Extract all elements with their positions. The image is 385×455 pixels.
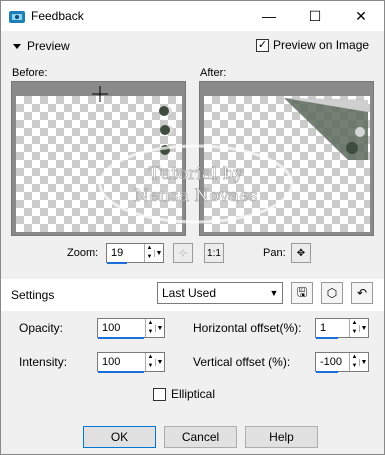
horizontal-offset-label: Horizontal offset(%): <box>193 321 302 335</box>
settings-label: Settings <box>11 288 55 302</box>
horizontal-offset-value: 1 <box>320 322 327 334</box>
cancel-button[interactable]: Cancel <box>164 426 237 448</box>
zoom-dropdown-arrow-icon[interactable]: ▼ <box>154 249 163 257</box>
opacity-input[interactable]: 100 ▲ ▼ ▼ <box>97 318 165 338</box>
preview-label: Preview <box>27 39 70 53</box>
horizontal-offset-dropdown-arrow-icon[interactable]: ▼ <box>359 324 368 332</box>
intensity-dropdown-arrow-icon[interactable]: ▼ <box>155 358 164 366</box>
opacity-value: 100 <box>102 322 121 334</box>
opacity-underline <box>98 337 144 339</box>
dialog-footer: OK Cancel Help <box>1 421 384 454</box>
preview-header: Preview ✓ Preview on Image <box>1 31 384 57</box>
vertical-offset-input[interactable]: -100 ▲ ▼ ▼ <box>315 352 369 372</box>
preview-on-image-checkbox[interactable]: ✓ <box>256 38 269 52</box>
watermark: Tutorial by Nensa Novaes <box>98 144 294 224</box>
vertical-offset-underline <box>316 371 338 373</box>
preview-toggle[interactable]: Preview <box>13 39 70 53</box>
chevron-down-icon: ▼ <box>269 288 279 298</box>
after-label: After: <box>200 67 227 79</box>
intensity-underline <box>98 371 144 373</box>
zoom-spinner[interactable]: ▲ ▼ <box>144 244 154 262</box>
zoom-input[interactable]: 19 ▲ ▼ ▼ <box>106 243 164 263</box>
app-icon <box>9 11 25 23</box>
elliptical-checkbox[interactable] <box>153 387 166 401</box>
intensity-spinner[interactable]: ▲ ▼ <box>145 353 155 371</box>
intensity-label: Intensity: <box>19 355 68 369</box>
preview-on-image-label: Preview on Image <box>273 38 370 52</box>
minimize-button[interactable]: — <box>246 1 292 31</box>
maximize-button[interactable]: ☐ <box>292 1 338 31</box>
reset-button[interactable]: ↶ <box>351 282 373 304</box>
ok-button[interactable]: OK <box>83 426 156 448</box>
preview-on-image-option[interactable]: ✓ Preview on Image <box>256 38 369 52</box>
collapse-arrow-icon <box>13 43 21 49</box>
vertical-offset-label: Vertical offset (%): <box>193 355 291 369</box>
horizontal-offset-spinner[interactable]: ▲ ▼ <box>349 319 359 337</box>
preset-value: Last Used <box>162 286 217 300</box>
randomize-button[interactable]: ⬡ <box>321 282 343 304</box>
elliptical-option[interactable]: Elliptical <box>153 387 215 401</box>
zoom-row: Zoom: 19 ▲ ▼ ▼ ⊹ 1:1 Pan: ✥ <box>1 243 384 267</box>
pan-icon[interactable]: ✥ <box>291 243 311 263</box>
vertical-offset-dropdown-arrow-icon[interactable]: ▼ <box>359 358 368 366</box>
opacity-spinner[interactable]: ▲ ▼ <box>145 319 155 337</box>
close-button[interactable]: ✕ <box>338 1 384 31</box>
preset-dropdown[interactable]: Last Used ▼ <box>157 282 283 304</box>
zoom-value: 19 <box>111 247 124 259</box>
parameters-panel: Opacity: 100 ▲ ▼ ▼ Intensity: 100 ▲ ▼ ▼ Ho… <box>1 311 384 421</box>
feedback-dialog: Feedback — ☐ ✕ Preview ✓ Preview on Imag… <box>0 0 385 455</box>
opacity-dropdown-arrow-icon[interactable]: ▼ <box>155 324 164 332</box>
horizontal-offset-underline <box>316 337 338 339</box>
before-label: Before: <box>12 67 48 79</box>
svg-text:Tutorial by: Tutorial by <box>149 164 244 184</box>
zoom-label: Zoom: <box>67 247 99 259</box>
svg-text:Nensa Novaes: Nensa Novaes <box>134 186 258 206</box>
zoom-fit-button[interactable]: ⊹ <box>173 243 193 263</box>
window-title: Feedback <box>31 9 84 23</box>
help-button[interactable]: Help <box>245 426 318 448</box>
elliptical-label: Elliptical <box>171 387 216 401</box>
preview-area: Before: After: Tutorial by Nensa Novaes … <box>1 59 384 279</box>
vertical-offset-value: -100 <box>320 356 343 368</box>
vertical-offset-spinner[interactable]: ▲ ▼ <box>349 353 359 371</box>
settings-band: Settings Last Used ▼ 🖫 ⬡ ↶ <box>1 279 384 311</box>
intensity-value: 100 <box>102 356 121 368</box>
title-bar: Feedback — ☐ ✕ <box>1 1 384 31</box>
save-preset-button[interactable]: 🖫 <box>291 282 313 304</box>
zoom-underline <box>107 262 127 264</box>
intensity-input[interactable]: 100 ▲ ▼ ▼ <box>97 352 165 372</box>
horizontal-offset-input[interactable]: 1 ▲ ▼ ▼ <box>315 318 369 338</box>
zoom-actual-size-button[interactable]: 1:1 <box>204 243 224 263</box>
pan-label: Pan: <box>263 247 286 259</box>
opacity-label: Opacity: <box>19 321 64 335</box>
